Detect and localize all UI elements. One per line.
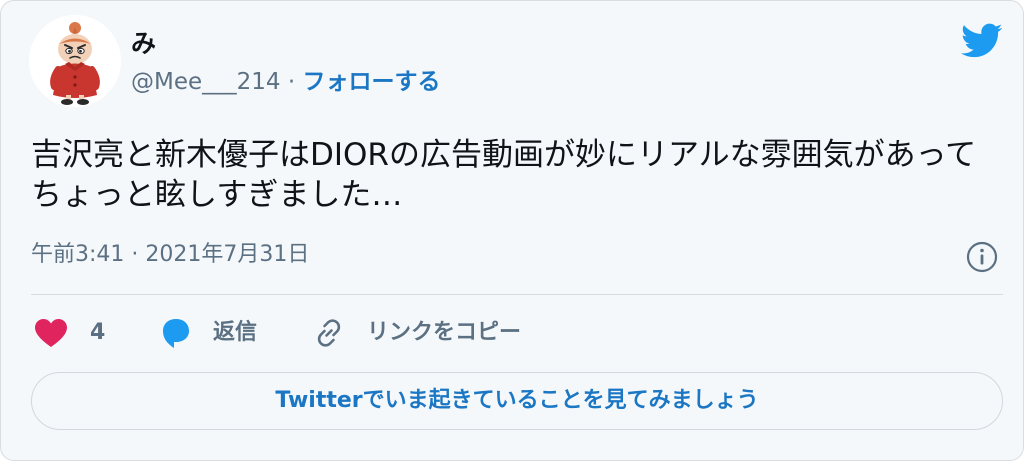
reply-button[interactable]: 返信 xyxy=(159,316,257,350)
handle-separator: · xyxy=(280,69,303,95)
timestamp-separator: · xyxy=(124,242,146,267)
author-handle[interactable]: @Mee___214 xyxy=(131,69,281,95)
author-display-name[interactable]: み xyxy=(131,29,156,59)
divider xyxy=(31,294,1003,295)
speech-bubble-icon xyxy=(163,319,189,348)
embedded-tweet-card: み @Mee___214 · フォローする 吉沢亮と新木優子はDIORの広告動画… xyxy=(0,0,1024,461)
twitter-bird-icon[interactable] xyxy=(961,23,1003,59)
info-icon[interactable] xyxy=(966,241,998,273)
like-count: 4 xyxy=(90,320,106,345)
heart-icon xyxy=(35,319,67,347)
explore-twitter-button[interactable]: Twitterでいま起きていることを見てみましょう xyxy=(31,372,1003,430)
tweet-time: 午前3:41 xyxy=(31,242,125,267)
little-my-avatar-image xyxy=(29,15,121,107)
tweet-date: 2021年7月31日 xyxy=(145,242,310,267)
tweet-text: 吉沢亮と新木優子はDIORの広告動画が妙にリアルな雰囲気があってちょっと眩しすぎ… xyxy=(31,137,977,213)
avatar[interactable] xyxy=(29,15,121,107)
link-icon xyxy=(317,319,341,347)
like-button[interactable]: 4 xyxy=(34,316,105,350)
copy-link-label: リンクをコピー xyxy=(367,320,522,345)
follow-link[interactable]: フォローする xyxy=(302,69,440,95)
author-handle-row: @Mee___214 · フォローする xyxy=(131,67,440,97)
reply-label: 返信 xyxy=(213,320,258,345)
copy-link-button[interactable]: リンクをコピー xyxy=(313,316,521,350)
tweet-timestamp[interactable]: 午前3:41 · 2021年7月31日 xyxy=(31,240,309,270)
explore-twitter-label: Twitterでいま起きていることを見てみましょう xyxy=(275,388,759,413)
